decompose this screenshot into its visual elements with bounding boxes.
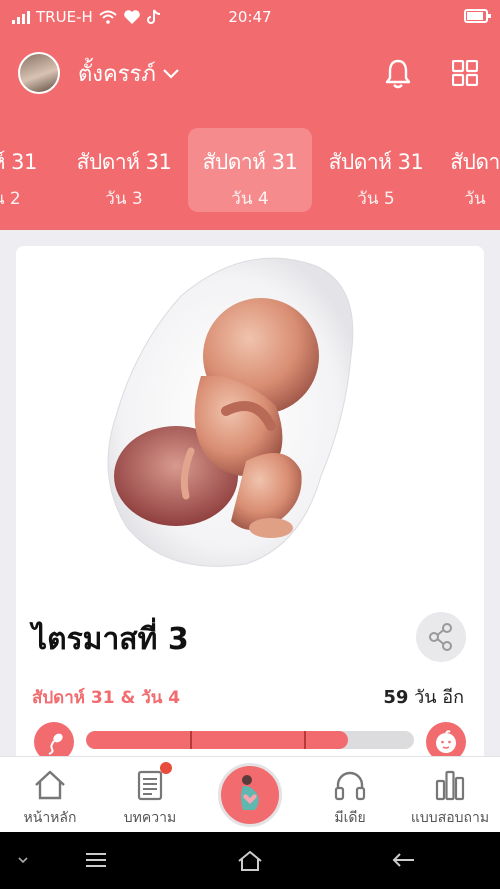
chevron-down-icon[interactable] <box>16 850 30 870</box>
week-day-item[interactable]: สัปดาห์ 31 วัน 3 <box>62 128 186 212</box>
week-day-label: สัปดาห์ 31 & วัน 4 <box>32 688 181 708</box>
nav-home-label: หน้าหลัก <box>23 810 77 826</box>
pregnancy-progress-bar <box>86 731 414 749</box>
nav-home[interactable]: หน้าหลัก <box>0 757 100 833</box>
week-day-selector[interactable]: ดาห์ 31 วัน 2 สัปดาห์ 31 วัน 3 สัปดาห์ 3… <box>0 128 500 212</box>
trimester-marker <box>190 731 192 749</box>
status-bar: TRUE-H 20:47 <box>0 0 500 34</box>
grid-menu-icon[interactable] <box>452 60 478 86</box>
bottom-navigation: หน้าหลัก บทความ มีเดีย แบบสอบถาม <box>0 756 500 832</box>
days-left: 59 วัน อีก <box>383 682 464 711</box>
progress-fill <box>86 731 349 749</box>
bell-icon[interactable] <box>384 58 412 90</box>
clock: 20:47 <box>228 8 272 26</box>
battery-icon <box>464 9 491 23</box>
share-button[interactable] <box>416 612 466 662</box>
notification-dot <box>160 762 172 774</box>
week-day-item[interactable]: ดาห์ 31 วัน 2 <box>0 128 64 212</box>
nav-articles-label: บทความ <box>123 810 177 826</box>
nav-survey-label: แบบสอบถาม <box>410 810 490 826</box>
week-day-item[interactable]: สัปดาห์ 31 วัน 5 <box>314 128 438 212</box>
nav-survey[interactable]: แบบสอบถาม <box>400 757 500 833</box>
week-day-item[interactable]: สัปดา วัน <box>440 128 500 212</box>
share-icon <box>429 623 452 651</box>
pregnancy-icon <box>241 775 259 810</box>
days-left-number: 59 <box>383 687 409 708</box>
nav-articles[interactable]: บทความ <box>100 757 200 833</box>
pregnancy-week-card[interactable]: ไตรมาสที่ 3 สัปดาห์ 31 & วัน 4 59 วัน อี… <box>16 246 484 766</box>
headphones-icon <box>334 771 366 801</box>
profile-switcher[interactable]: ตั้งครรภ์ <box>78 56 180 91</box>
nav-pregnancy-center[interactable] <box>218 763 282 827</box>
nav-media-label: มีเดีย <box>334 810 366 826</box>
system-navigation-bar <box>0 832 500 889</box>
fetus-illustration <box>16 246 484 596</box>
back-icon[interactable] <box>390 850 418 870</box>
trimester-title: ไตรมาสที่ 3 <box>32 622 189 657</box>
home-icon <box>35 770 65 800</box>
days-left-text: วัน อีก <box>414 687 464 708</box>
trimester-marker <box>304 731 306 749</box>
nav-media[interactable]: มีเดีย <box>300 757 400 833</box>
app-header: ตั้งครรภ์ ดาห์ 31 วัน 2 สัปดาห์ 31 วัน 3… <box>0 34 500 230</box>
home-icon[interactable] <box>236 850 264 872</box>
menu-icon[interactable] <box>84 850 108 870</box>
bar-chart-icon <box>435 770 465 801</box>
username-label: ตั้งครรภ์ <box>78 62 156 87</box>
week-day-item-selected[interactable]: สัปดาห์ 31 วัน 4 <box>188 128 312 212</box>
chevron-down-icon <box>163 68 179 79</box>
avatar[interactable] <box>18 52 60 94</box>
